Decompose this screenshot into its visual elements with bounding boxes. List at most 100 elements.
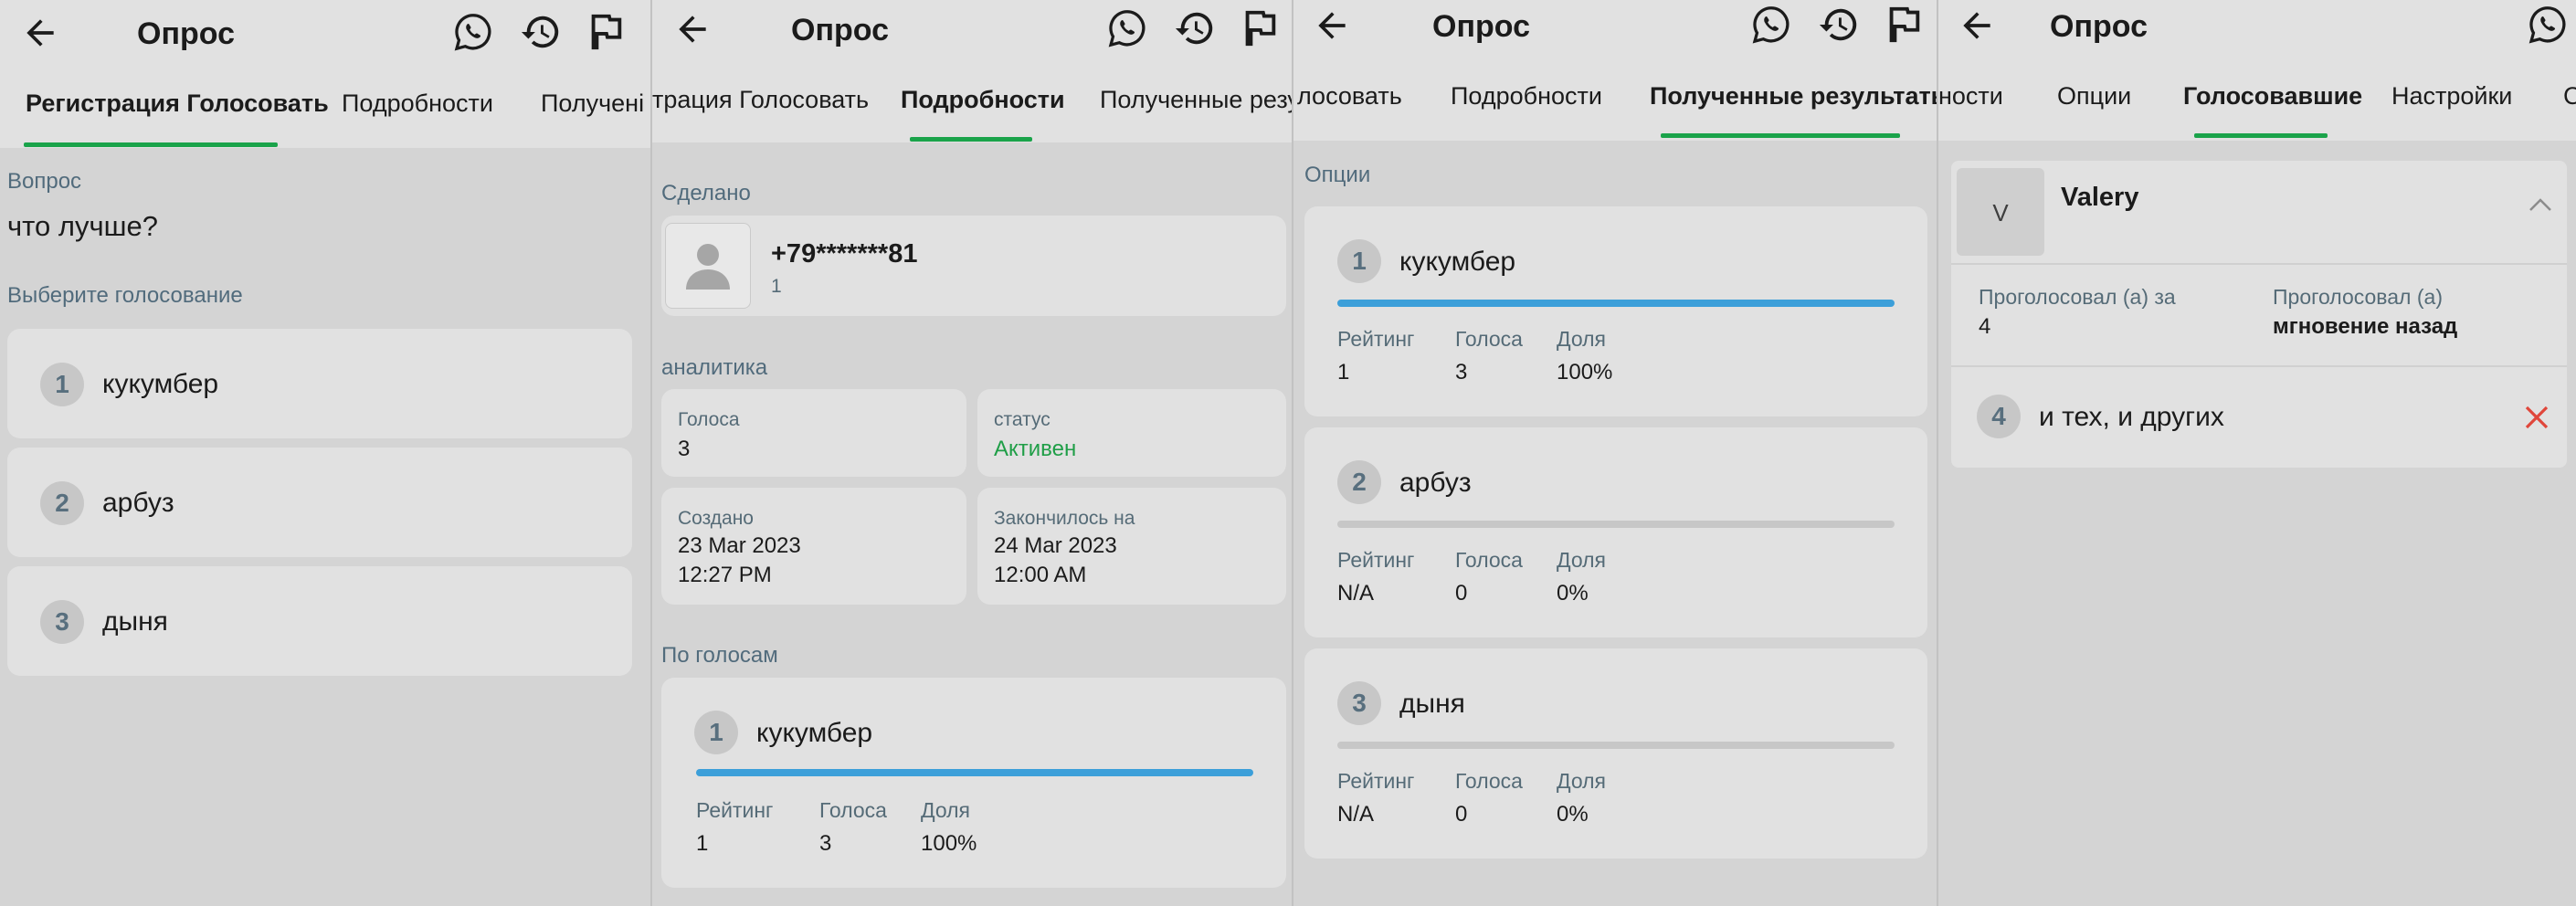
back-arrow-icon[interactable] xyxy=(1312,5,1352,46)
avatar: V xyxy=(1957,168,2044,256)
votes-value: 0 xyxy=(1455,802,1468,827)
option-label: кукумбер xyxy=(756,718,873,748)
tab-voters[interactable]: Голосовавшие xyxy=(2183,82,2362,111)
flag-icon[interactable] xyxy=(585,11,627,53)
tab-more[interactable]: С xyxy=(2563,82,2576,111)
votes-value: 3 xyxy=(1455,360,1468,385)
tab-details[interactable]: Подробности xyxy=(1451,82,1602,111)
vote-share-bar xyxy=(696,769,1253,776)
tab-bar: трация Голосовать Подробности Полученные… xyxy=(652,82,1293,144)
voted-for-value: 4 xyxy=(1979,314,1991,339)
share-label: Доля xyxy=(1557,769,1606,793)
rating-value: N/A xyxy=(1337,581,1375,606)
tab-registration-vote[interactable]: трация Голосовать xyxy=(652,86,869,114)
back-arrow-icon[interactable] xyxy=(20,13,60,53)
option-card-3[interactable]: 3 дыня xyxy=(7,566,632,676)
tab-results[interactable]: Полученные результаты xyxy=(1650,82,1938,111)
option-number: 3 xyxy=(1337,681,1381,725)
by-votes-label: По голосам xyxy=(661,643,778,668)
history-icon[interactable] xyxy=(1818,4,1860,46)
votes-value: 3 xyxy=(819,831,832,856)
option-card-2[interactable]: 2 арбуз xyxy=(7,448,632,557)
votes-label: Голоса xyxy=(819,798,887,822)
status-badge: Активен xyxy=(994,437,1077,461)
whatsapp-icon[interactable] xyxy=(1106,7,1148,49)
votes-value: 0 xyxy=(1455,581,1468,606)
result-card-2: 2 арбуз Рейтинг N/A Голоса 0 Доля 0% xyxy=(1304,427,1927,637)
tab-bar: Регистрация Голосовать Подробности Получ… xyxy=(0,86,650,148)
divider xyxy=(1951,263,2567,265)
status-label: статус xyxy=(994,409,1050,430)
question-label: Вопрос xyxy=(7,169,82,194)
option-label: кукумбер xyxy=(102,369,219,399)
active-tab-indicator xyxy=(2194,133,2328,138)
created-stat-card: Создано 23 Mar 2023 12:27 PM xyxy=(661,488,966,605)
option-label: кукумбер xyxy=(1399,247,1516,277)
tab-results[interactable]: Полученные резул xyxy=(1100,86,1293,114)
option-number: 1 xyxy=(694,711,738,754)
created-time: 12:27 PM xyxy=(678,563,772,587)
chevron-up-icon[interactable] xyxy=(2528,197,2552,212)
author-phone: +79*******81 xyxy=(771,239,918,269)
share-value: 100% xyxy=(921,831,977,856)
result-card-1: 1 кукумбер Рейтинг 1 Голоса 3 Доля 100% xyxy=(1304,206,1927,416)
tab-results[interactable]: Получені xyxy=(541,90,644,118)
page-title: Опрос xyxy=(791,13,889,47)
share-label: Доля xyxy=(921,798,970,822)
tab-registration-vote[interactable]: Регистрация Голосовать xyxy=(26,90,329,118)
share-label: Доля xyxy=(1557,548,1606,572)
result-card-3: 3 дыня Рейтинг N/A Голоса 0 Доля 0% xyxy=(1304,648,1927,859)
votes-label: Голоса xyxy=(678,409,740,430)
voted-when-value: мгновение назад xyxy=(2273,314,2458,339)
tab-registration-vote[interactable]: лосовать xyxy=(1297,82,1402,111)
voted-option-label: и тех, и других xyxy=(2039,402,2224,432)
screen-voters: Опрос ности Опции Голосовавшие Настройки… xyxy=(1937,0,2576,906)
history-icon[interactable] xyxy=(520,11,562,53)
back-arrow-icon[interactable] xyxy=(1957,5,1997,46)
status-stat-card: статус Активен xyxy=(977,389,1286,477)
ended-label: Закончилось на xyxy=(994,508,1135,529)
screen-vote: Опрос Регистрация Голосовать Подробности… xyxy=(0,0,650,906)
made-by-label: Сделано xyxy=(661,181,751,205)
tab-options[interactable]: Опции xyxy=(2057,82,2131,111)
screen-results: Опрос лосовать Подробности Полученные ре… xyxy=(1292,0,1938,906)
option-number: 3 xyxy=(40,600,84,644)
option-number: 4 xyxy=(1977,395,2021,438)
active-tab-indicator xyxy=(910,137,1032,142)
history-icon[interactable] xyxy=(1174,7,1216,49)
back-arrow-icon[interactable] xyxy=(672,9,713,49)
whatsapp-icon[interactable] xyxy=(452,11,494,53)
active-tab-indicator xyxy=(24,142,278,147)
tab-details[interactable]: Подробности xyxy=(901,86,1065,114)
analytics-label: аналитика xyxy=(661,355,768,380)
option-label: арбуз xyxy=(1399,468,1472,498)
header: Опрос трация Голосовать Подробности Полу… xyxy=(652,0,1293,142)
author-card: +79*******81 1 xyxy=(661,216,1286,316)
whatsapp-icon[interactable] xyxy=(1750,4,1792,46)
created-date: 23 Mar 2023 xyxy=(678,533,801,558)
vote-share-fill xyxy=(696,769,1253,776)
header: Опрос ности Опции Голосовавшие Настройки… xyxy=(1938,0,2576,141)
whatsapp-icon[interactable] xyxy=(2527,4,2569,46)
tab-bar: лосовать Подробности Полученные результа… xyxy=(1293,79,1938,141)
person-icon xyxy=(686,242,730,290)
vote-share-fill xyxy=(1337,300,1895,307)
flag-icon[interactable] xyxy=(1883,4,1925,46)
close-icon[interactable] xyxy=(2523,404,2550,431)
tab-settings[interactable]: Настройки xyxy=(2391,82,2512,111)
option-card-1[interactable]: 1 кукумбер xyxy=(7,329,632,438)
tab-details[interactable]: ности xyxy=(1938,82,2003,111)
share-value: 0% xyxy=(1557,581,1589,606)
vote-share-bar xyxy=(1337,300,1895,307)
tab-details[interactable]: Подробности xyxy=(342,90,493,118)
active-tab-indicator xyxy=(1661,133,1900,138)
voted-when-label: Проголосовал (а) xyxy=(2273,285,2443,309)
flag-icon[interactable] xyxy=(1239,7,1281,49)
option-label: дыня xyxy=(102,606,168,637)
rating-label: Рейтинг xyxy=(1337,769,1415,793)
option-label: арбуз xyxy=(102,488,174,518)
avatar-initial: V xyxy=(1992,199,2009,226)
choose-label: Выберите голосование xyxy=(7,283,243,308)
share-label: Доля xyxy=(1557,327,1606,351)
created-label: Создано xyxy=(678,508,754,529)
